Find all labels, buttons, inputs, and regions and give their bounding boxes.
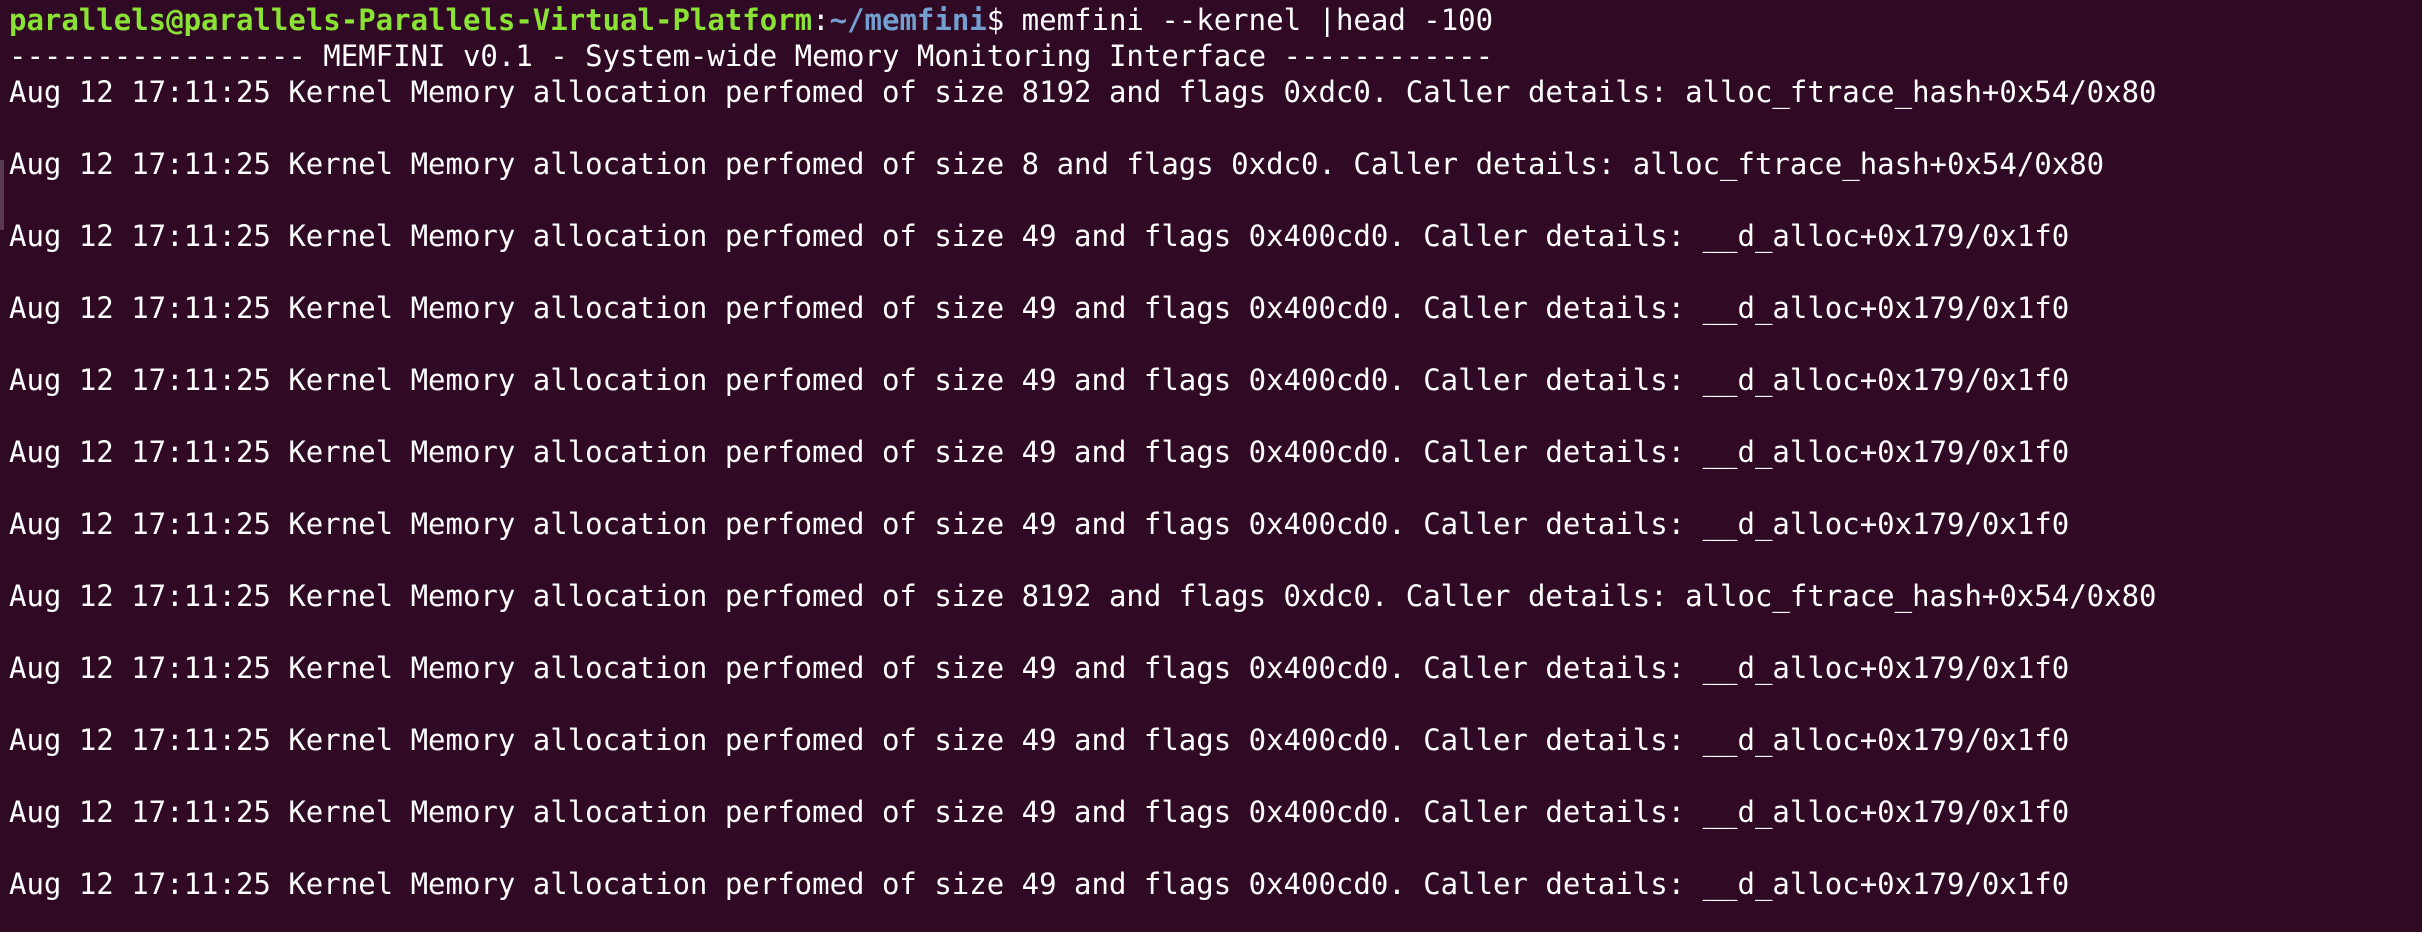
log-line: Aug 12 17:11:25 Kernel Memory allocation… bbox=[9, 363, 2070, 397]
prompt-user-host: parallels@parallels-Parallels-Virtual-Pl… bbox=[9, 3, 813, 37]
command-text: memfini --kernel |head -100 bbox=[1021, 3, 1494, 37]
log-line: Aug 12 17:11:25 Kernel Memory allocation… bbox=[9, 219, 2070, 253]
log-line: Aug 12 17:11:25 Kernel Memory allocation… bbox=[9, 147, 2105, 181]
prompt-path: ~/memfini bbox=[829, 3, 987, 37]
command-prompt-line: parallels@parallels-Parallels-Virtual-Pl… bbox=[9, 2, 1493, 38]
log-line: Aug 12 17:11:25 Kernel Memory allocation… bbox=[9, 651, 2070, 685]
log-line: Aug 12 17:11:25 Kernel Memory allocation… bbox=[9, 867, 2070, 901]
memfini-header: ----------------- MEMFINI v0.1 - System-… bbox=[9, 39, 1494, 73]
log-line: Aug 12 17:11:25 Kernel Memory allocation… bbox=[9, 435, 2070, 469]
log-line: Aug 12 17:11:25 Kernel Memory allocation… bbox=[9, 291, 2070, 325]
log-line: Aug 12 17:11:25 Kernel Memory allocation… bbox=[9, 579, 2157, 613]
terminal-window[interactable]: parallels@parallels-Parallels-Virtual-Pl… bbox=[0, 0, 2422, 932]
log-line: Aug 12 17:11:25 Kernel Memory allocation… bbox=[9, 795, 2070, 829]
window-edge-artifact bbox=[0, 160, 4, 230]
prompt-symbol: $ bbox=[986, 3, 1022, 37]
prompt-colon: : bbox=[812, 3, 830, 37]
log-line: Aug 12 17:11:25 Kernel Memory allocation… bbox=[9, 723, 2070, 757]
log-line: Aug 12 17:11:25 Kernel Memory allocation… bbox=[9, 75, 2157, 109]
log-line: Aug 12 17:11:25 Kernel Memory allocation… bbox=[9, 507, 2070, 541]
